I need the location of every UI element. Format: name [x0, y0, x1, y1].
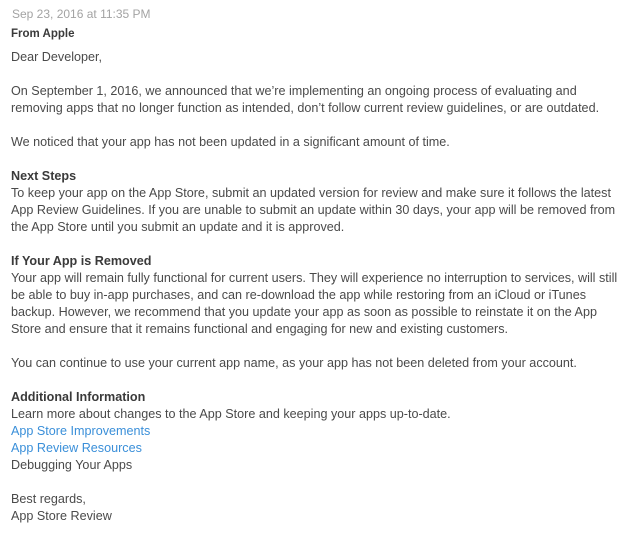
message-sender: From Apple	[11, 28, 75, 40]
signature-text: App Store Review	[11, 509, 112, 523]
notice-paragraph: We noticed that your app has not been up…	[11, 135, 450, 149]
if-removed-heading: If Your App is Removed	[11, 254, 152, 268]
message-timestamp: Sep 23, 2016 at 11:35 PM	[12, 7, 151, 21]
app-store-improvements-link[interactable]: App Store Improvements	[11, 423, 628, 440]
additional-info-section: Additional Information Learn more about …	[11, 389, 628, 474]
debugging-your-apps-text: Debugging Your Apps	[11, 458, 133, 472]
next-steps-heading: Next Steps	[11, 169, 77, 183]
if-removed-section: If Your App is Removed Your app will rem…	[11, 253, 628, 338]
additional-info-text: Learn more about changes to the App Stor…	[11, 407, 451, 421]
next-steps-text: To keep your app on the App Store, submi…	[11, 186, 616, 234]
app-review-resources-link[interactable]: App Review Resources	[11, 440, 628, 457]
closing-text: Best regards,	[11, 492, 86, 506]
next-steps-section: Next Steps To keep your app on the App S…	[11, 168, 628, 236]
greeting: Dear Developer,	[11, 50, 103, 64]
if-removed-text: Your app will remain fully functional fo…	[11, 271, 618, 336]
email-message: Sep 23, 2016 at 11:35 PM From Apple Dear…	[0, 0, 638, 525]
signoff: Best regards, App Store Review	[11, 491, 628, 525]
name-note-paragraph: You can continue to use your current app…	[11, 356, 577, 370]
intro-paragraph: On September 1, 2016, we announced that …	[11, 84, 600, 115]
additional-info-heading: Additional Information	[11, 390, 146, 404]
